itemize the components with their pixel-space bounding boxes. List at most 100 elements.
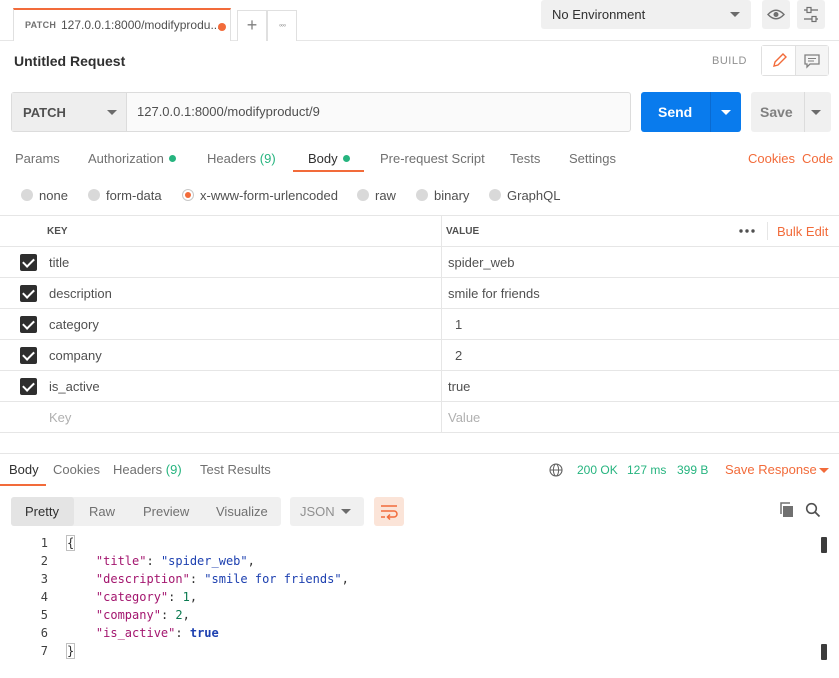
row-key[interactable]: company <box>49 348 102 363</box>
build-mode-label: BUILD <box>712 55 747 67</box>
new-tab-button[interactable]: + <box>237 10 267 41</box>
row-enabled-checkbox[interactable] <box>20 285 37 302</box>
tab-tests[interactable]: Tests <box>510 151 540 166</box>
edit-mode-button[interactable] <box>762 46 796 75</box>
auth-set-dot <box>168 155 176 162</box>
view-mode-raw[interactable]: Raw <box>89 504 115 519</box>
row-enabled-checkbox[interactable] <box>20 378 37 395</box>
format-select-value: JSON <box>300 504 335 519</box>
json-comma: , <box>189 590 198 604</box>
format-select[interactable]: JSON <box>290 497 364 526</box>
new-key-input[interactable]: Key <box>49 410 71 425</box>
search-icon[interactable] <box>805 502 821 518</box>
tab-body[interactable]: Body <box>308 151 350 166</box>
json-comma: , <box>247 554 255 568</box>
comments-button[interactable] <box>796 46 828 75</box>
view-mode-switcher: Pretty Raw Preview Visualize <box>11 497 281 526</box>
row-key[interactable]: description <box>49 286 112 301</box>
response-time[interactable]: 127 ms <box>627 463 666 477</box>
response-tab-body[interactable]: Body <box>9 462 39 477</box>
header-divider <box>767 222 768 240</box>
row-value[interactable]: 2 <box>455 348 462 363</box>
save-response-label: Save Response <box>725 462 817 477</box>
tab-prerequest-script[interactable]: Pre-request Script <box>380 151 485 166</box>
send-button[interactable]: Send <box>641 92 741 132</box>
cookies-link[interactable]: Cookies <box>748 151 795 166</box>
radio-label: none <box>39 188 68 203</box>
response-size[interactable]: 399 B <box>677 463 708 477</box>
url-input[interactable]: 127.0.0.1:8000/modifyproduct/9 <box>137 104 320 119</box>
more-icon[interactable] <box>738 225 756 237</box>
row-value[interactable]: spider_web <box>448 255 515 270</box>
response-tab-test-results[interactable]: Test Results <box>200 462 271 477</box>
row-value[interactable]: true <box>448 379 470 394</box>
save-divider <box>804 92 805 132</box>
more-icon: ◦◦◦ <box>278 20 287 30</box>
view-mode-preview[interactable]: Preview <box>143 504 189 519</box>
column-divider <box>441 309 442 339</box>
scrollbar-thumb-top[interactable] <box>821 537 827 553</box>
response-tab-cookies[interactable]: Cookies <box>53 462 100 477</box>
tab-headers-label: Headers <box>207 151 257 166</box>
chevron-down-icon <box>107 110 117 115</box>
column-divider <box>441 371 442 401</box>
environment-select[interactable]: No Environment <box>541 0 751 29</box>
new-value-input[interactable]: Value <box>448 410 480 425</box>
status-code[interactable]: 200 OK <box>577 463 618 477</box>
view-mode-pretty[interactable]: Pretty <box>25 504 59 519</box>
radio-circle <box>357 189 369 201</box>
radio-circle <box>416 189 428 201</box>
tab-authorization[interactable]: Authorization <box>88 151 176 166</box>
tab-body-label: Body <box>308 151 338 166</box>
tab-params[interactable]: Params <box>15 151 60 166</box>
code-link[interactable]: Code <box>802 151 833 166</box>
pencil-icon <box>773 53 787 67</box>
radio-circle <box>489 189 501 201</box>
column-divider <box>441 402 442 432</box>
json-comma: , <box>182 608 190 622</box>
response-tab-headers[interactable]: Headers (9) <box>113 462 182 477</box>
row-enabled-checkbox[interactable] <box>20 254 37 271</box>
bulk-edit-link[interactable]: Bulk Edit <box>777 224 828 239</box>
row-enabled-checkbox[interactable] <box>20 347 37 364</box>
more-tabs-button[interactable]: ◦◦◦ <box>267 10 297 41</box>
plus-icon: + <box>246 15 258 35</box>
json-line: "is_active": true <box>95 626 219 640</box>
request-tab-url: 127.0.0.1:8000/modifyprodu... <box>61 18 221 32</box>
manage-environments-button[interactable] <box>797 0 825 29</box>
view-mode-visualize[interactable]: Visualize <box>216 504 268 519</box>
line-number: 1 <box>40 536 48 550</box>
copy-icon[interactable] <box>779 502 795 518</box>
save-options-chevron-icon[interactable] <box>811 110 821 115</box>
row-value[interactable]: 1 <box>455 317 462 332</box>
line-number: 4 <box>40 590 48 604</box>
radio-label: form-data <box>106 188 162 203</box>
json-line: "category": 1, <box>95 590 198 604</box>
globe-icon[interactable] <box>549 463 563 477</box>
row-value[interactable]: smile for friends <box>448 286 540 301</box>
json-value: true <box>189 626 219 640</box>
scrollbar-thumb-bottom[interactable] <box>821 644 827 660</box>
row-enabled-checkbox[interactable] <box>20 316 37 333</box>
line-number: 5 <box>40 608 48 622</box>
row-key[interactable]: category <box>49 317 99 332</box>
json-comma: , <box>341 572 349 586</box>
table-row-empty: Key Value <box>0 402 839 433</box>
tab-authorization-label: Authorization <box>88 151 164 166</box>
method-select[interactable]: PATCH <box>12 93 127 131</box>
tab-headers[interactable]: Headers (9) <box>207 151 276 166</box>
request-title[interactable]: Untitled Request <box>14 53 125 69</box>
active-response-tab-indicator <box>0 484 46 486</box>
environment-select-value: No Environment <box>552 7 646 22</box>
environment-quick-look-button[interactable] <box>762 0 790 29</box>
save-response-button[interactable]: Save Response <box>725 462 829 477</box>
row-key[interactable]: is_active <box>49 379 100 394</box>
wrap-lines-button[interactable] <box>374 497 404 526</box>
radio-label: binary <box>434 188 470 203</box>
request-tab[interactable]: PATCH 127.0.0.1:8000/modifyprodu... <box>13 8 231 41</box>
save-button[interactable]: Save <box>751 92 831 132</box>
tab-settings[interactable]: Settings <box>569 151 616 166</box>
row-key[interactable]: title <box>49 255 69 270</box>
send-options-chevron-icon[interactable] <box>721 110 731 115</box>
send-button-label: Send <box>658 104 693 120</box>
